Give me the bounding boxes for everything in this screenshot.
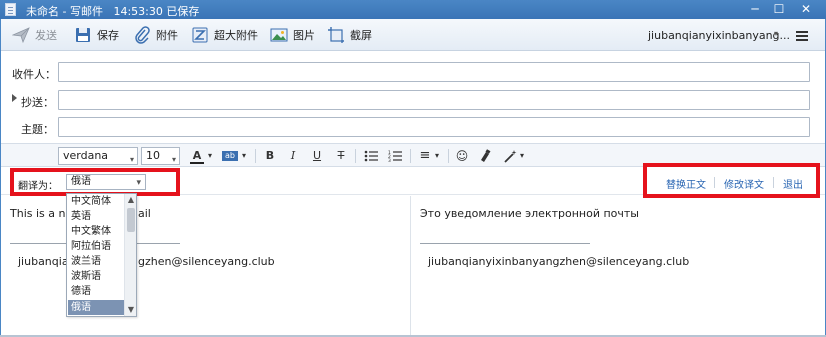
- original-signature-end: gzhen@silenceyang.club: [138, 255, 275, 268]
- save-label: 保存: [97, 29, 119, 42]
- expand-arrow-icon[interactable]: [12, 94, 17, 102]
- cc-row: 抄送：: [0, 87, 826, 113]
- picture-button[interactable]: 图片: [270, 25, 315, 45]
- font-family-value: verdana: [63, 149, 109, 162]
- font-size-select[interactable]: 10 ▾: [141, 147, 180, 165]
- screenshot-button[interactable]: 截屏: [327, 25, 372, 45]
- crop-icon: [328, 27, 344, 43]
- align-button[interactable]: ≡: [418, 148, 432, 164]
- translated-signature-divider: [420, 243, 590, 244]
- dropdown-scrollbar[interactable]: ▲ ▼: [124, 194, 136, 316]
- highlight-button[interactable]: ab: [222, 151, 238, 161]
- language-option-selected[interactable]: 俄语: [68, 300, 124, 315]
- language-option[interactable]: 波斯语: [68, 269, 124, 284]
- language-option[interactable]: 德语: [68, 284, 124, 299]
- emoji-button[interactable]: ☺: [455, 148, 469, 164]
- save-button[interactable]: 保存: [74, 25, 119, 45]
- strikethrough-button[interactable]: T: [334, 148, 348, 164]
- to-input[interactable]: [58, 62, 810, 82]
- big-attach-button[interactable]: 超大附件: [191, 25, 258, 45]
- toolbar-divider: [448, 149, 449, 163]
- subject-row: 主题：: [0, 114, 826, 140]
- original-line-end: ail: [138, 207, 151, 220]
- highlight-box-actions: [643, 163, 820, 198]
- language-option[interactable]: 中文简体: [68, 194, 124, 209]
- scroll-thumb[interactable]: [127, 208, 135, 232]
- svg-text:3: 3: [388, 158, 391, 164]
- toolbar-divider: [255, 149, 256, 163]
- toolbar-divider: [410, 149, 411, 163]
- big-attach-label: 超大附件: [214, 29, 258, 42]
- subject-label: 主题：: [21, 123, 54, 136]
- image-icon: [270, 28, 288, 42]
- language-option[interactable]: 波兰语: [68, 254, 124, 269]
- title-bar: 未命名 - 写邮件 14:53:30 已保存 ─ ☐ ✕: [0, 0, 826, 19]
- screenshot-label: 截屏: [350, 29, 372, 42]
- paperclip-icon: [135, 26, 150, 44]
- highlight-box-language: [10, 168, 180, 196]
- large-file-icon: [192, 27, 208, 43]
- format-painter-icon[interactable]: [478, 148, 492, 164]
- font-color-button[interactable]: A: [190, 148, 204, 164]
- scroll-up-icon[interactable]: ▲: [125, 194, 136, 206]
- to-row: 收件人：: [0, 59, 826, 85]
- picture-label: 图片: [293, 29, 315, 42]
- chevron-down-icon[interactable]: ▾: [205, 148, 215, 164]
- translated-line: Это уведомление электронной почты: [420, 207, 639, 220]
- numbered-list-icon[interactable]: 123: [388, 148, 402, 164]
- bullet-list-icon[interactable]: [364, 148, 378, 164]
- send-icon: [12, 27, 30, 44]
- underline-button[interactable]: U: [310, 148, 324, 164]
- send-label: 发送: [35, 29, 57, 42]
- window-title: 未命名 - 写邮件 14:53:30 已保存: [26, 3, 199, 19]
- cc-input[interactable]: [58, 90, 810, 110]
- chevron-down-icon[interactable]: ▾: [517, 148, 527, 164]
- magic-wand-icon[interactable]: [503, 148, 517, 164]
- original-line-start: This is a no: [10, 207, 73, 220]
- attach-label: 附件: [156, 29, 178, 42]
- compose-toolbar: 发送 保存 附件 超大附件 图片 截屏 jiubanqianyixinbanya…: [0, 19, 826, 51]
- chevron-down-icon: ▾: [129, 155, 134, 164]
- font-family-select[interactable]: verdana ▾: [58, 147, 138, 165]
- saved-status: 14:53:30 已保存: [113, 5, 200, 18]
- window-border-left: [0, 19, 1, 337]
- to-label: 收件人：: [12, 68, 56, 81]
- italic-button[interactable]: I: [286, 148, 300, 164]
- language-dropdown-list: 中文简体 英语 中文繁体 阿拉伯语 波兰语 波斯语 德语 俄语 ▲ ▼: [66, 193, 137, 317]
- minimize-button[interactable]: ─: [746, 2, 764, 17]
- chevron-down-icon[interactable]: ▾: [774, 29, 778, 38]
- sender-account-select[interactable]: jiubanqianyixinbanyang...: [648, 29, 790, 42]
- document-icon: [5, 3, 16, 16]
- pane-divider: [410, 196, 411, 337]
- subject-input[interactable]: [58, 117, 810, 137]
- translated-signature: jiubanqianyixinbanyangzhen@silenceyang.c…: [428, 255, 690, 268]
- cc-label: 抄送：: [21, 96, 54, 109]
- font-size-value: 10: [146, 149, 160, 162]
- scroll-down-icon[interactable]: ▼: [125, 304, 136, 316]
- attach-button[interactable]: 附件: [133, 25, 178, 45]
- chevron-down-icon: ▾: [171, 155, 176, 164]
- language-option[interactable]: 阿拉伯语: [68, 239, 124, 254]
- toolbar-divider: [355, 149, 356, 163]
- chevron-down-icon[interactable]: ▾: [239, 148, 249, 164]
- window-title-text: 未命名 - 写邮件: [26, 5, 103, 18]
- bold-button[interactable]: B: [263, 148, 277, 164]
- send-button[interactable]: 发送: [12, 25, 57, 45]
- chevron-down-icon[interactable]: ▾: [432, 148, 442, 164]
- language-option[interactable]: 中文繁体: [68, 224, 124, 239]
- floppy-disk-icon: [76, 28, 90, 42]
- close-button[interactable]: ✕: [797, 2, 815, 17]
- original-signature-start: jiubanqia: [18, 255, 69, 268]
- maximize-button[interactable]: ☐: [770, 2, 788, 17]
- menu-icon[interactable]: [796, 31, 808, 41]
- language-option[interactable]: 英语: [68, 209, 124, 224]
